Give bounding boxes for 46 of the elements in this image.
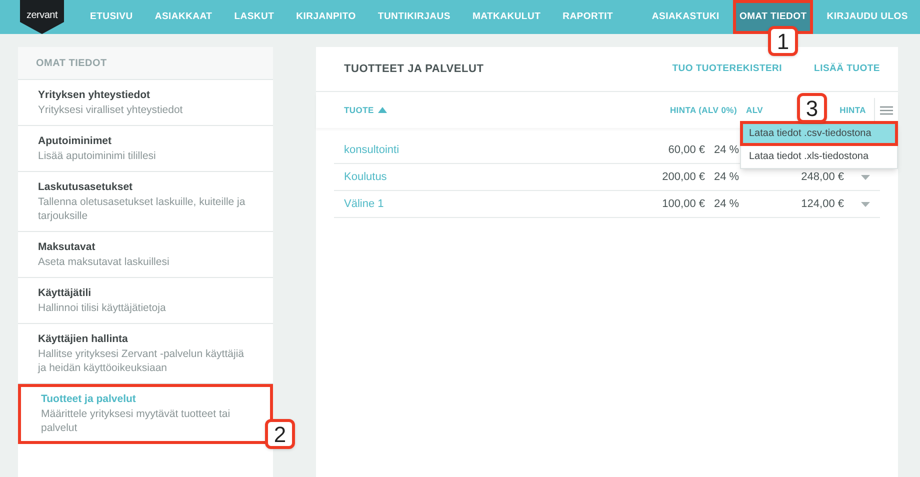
table-cell-text: 24 % (714, 170, 740, 185)
table-cell-text: 248,00 € (800, 170, 844, 185)
column-header[interactable]: HINTA (836, 104, 866, 116)
table-cell-text: 200,00 € (661, 170, 705, 185)
logo[interactable]: zervant (20, 0, 64, 34)
product-link[interactable]: Koulutus (344, 168, 595, 186)
nav-link[interactable]: ASIAKASTUKI (646, 0, 726, 34)
sidebar-item[interactable]: Yrityksen yhteystiedot Yrityksesi viralliset yhteystiedot (18, 80, 273, 126)
sidebar-item[interactable]: Käyttäjien hallinta Hallitse yrityksesi Zervant -palvelun käyttäjiä ja heidän käyttöoikeuksiaan (18, 324, 273, 384)
nav-link[interactable]: ASIAKKAAT (154, 10, 212, 24)
caret-down-icon[interactable] (861, 174, 870, 180)
callout-number: 1 (768, 26, 798, 56)
callout-number: 3 (797, 93, 827, 123)
table-cell-text: 100,00 € (661, 196, 705, 212)
nav-link[interactable]: MATKAKULUT (472, 10, 541, 24)
menu-icon (880, 106, 893, 114)
column-header[interactable]: HINTA (ALV 0%) (627, 104, 737, 116)
callout-number: 2 (265, 419, 295, 449)
nav-link[interactable]: KIRJAUDU ULOS (820, 0, 914, 34)
sidebar-item[interactable]: Tuotteet ja palvelut Määrittele yrityksesi myytävät tuotteet tai palvelut (18, 384, 273, 444)
sidebar-item[interactable]: Maksutavat Aseta maksutavat laskuillesi (18, 232, 273, 278)
menu-item[interactable]: Lataa tiedot .csv-tiedostona (741, 122, 897, 145)
menu-button[interactable] (874, 98, 898, 122)
table-cell-text: 24 % (714, 196, 740, 212)
nav-link[interactable]: RAPORTIT (562, 10, 614, 24)
table-cell-text: 124,00 € (800, 196, 844, 212)
action-link[interactable]: TUO TUOTEREKISTERI (672, 62, 782, 76)
menu-item[interactable]: Lataa tiedot .xls-tiedostona (741, 145, 897, 168)
sort-up-icon (378, 107, 387, 113)
panel-title: TUOTTEET JA PALVELUT (344, 62, 484, 77)
column-header[interactable]: TUOTE (344, 104, 374, 116)
action-link[interactable]: LISÄÄ TUOTE (814, 62, 880, 76)
sidebar-title: OMAT TIEDOT (18, 47, 273, 80)
nav-link[interactable]: ETUSIVU (90, 10, 133, 24)
nav-link[interactable]: TUNTIKIRJAUS (378, 10, 450, 24)
nav-link[interactable]: OMAT TIEDOT (733, 0, 813, 34)
product-link[interactable]: Väline 1 (344, 196, 595, 212)
column-header[interactable]: ALV (746, 104, 786, 116)
nav-link[interactable]: KIRJANPITO (296, 10, 356, 24)
sidebar-item[interactable]: Käyttäjätili Hallinnoi tilisi käyttäjätietoja (18, 278, 273, 324)
sidebar-item[interactable]: Laskutusasetukset Tallenna oletusasetukset laskuille, kuiteille ja tarjouksille (18, 172, 273, 232)
caret-down-icon[interactable] (861, 202, 870, 206)
sidebar-item[interactable]: Aputoiminimet Lisää aputoiminimi tilillesi (18, 126, 273, 172)
table-cell-text: 60,00 € (667, 142, 705, 158)
nav-link[interactable]: LASKUT (234, 10, 274, 24)
product-link[interactable]: konsultointi (344, 142, 595, 158)
